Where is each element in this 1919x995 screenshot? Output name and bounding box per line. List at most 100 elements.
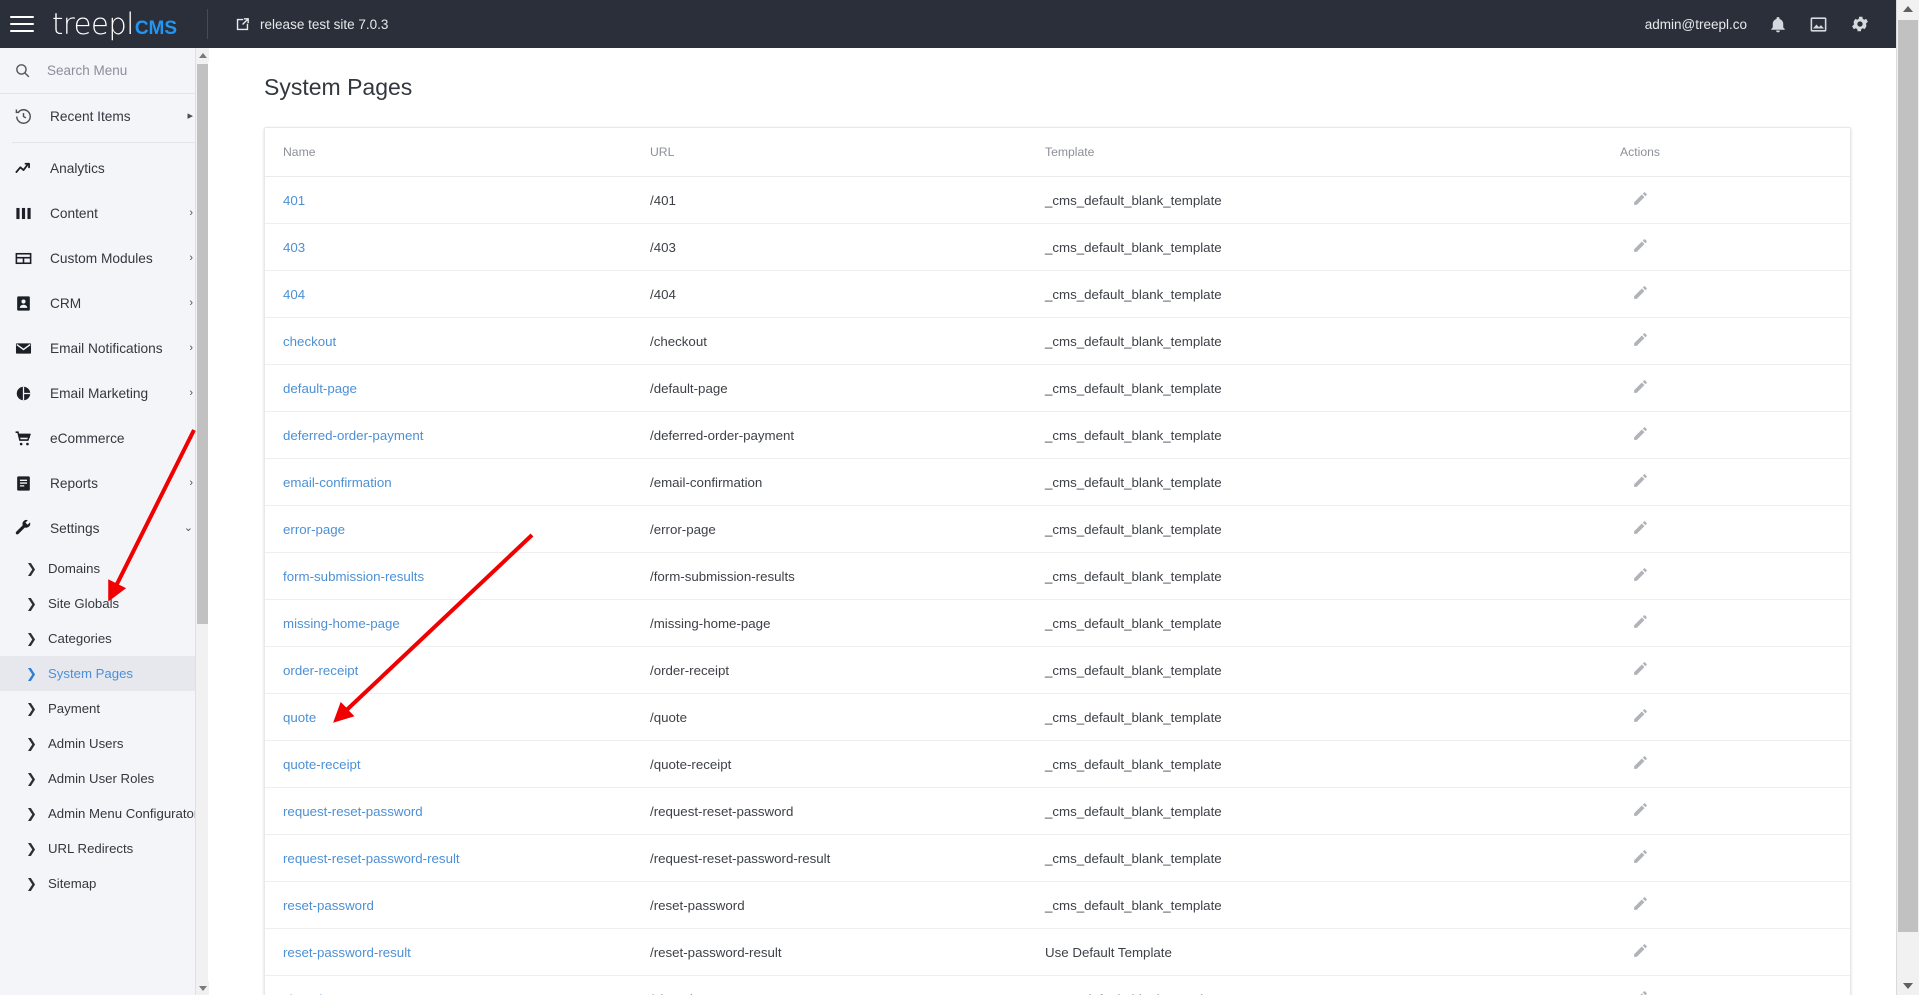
page-name-link[interactable]: 401 bbox=[283, 193, 305, 208]
settings-gear-icon[interactable] bbox=[1850, 14, 1870, 34]
page-name-link[interactable]: request-reset-password bbox=[283, 804, 423, 819]
page-name-link[interactable]: request-reset-password-result bbox=[283, 851, 460, 866]
user-email-label[interactable]: admin@treepl.co bbox=[1645, 17, 1747, 32]
sidebar-scroll-thumb[interactable] bbox=[197, 64, 208, 624]
column-header-name[interactable]: Name bbox=[265, 128, 650, 177]
image-library-icon[interactable] bbox=[1809, 15, 1828, 34]
page-name-link[interactable]: 403 bbox=[283, 240, 305, 255]
cell-name: shopping_cart bbox=[265, 976, 650, 995]
cell-template: _cms_default_blank_template bbox=[1045, 176, 1430, 224]
page-scroll-down-icon[interactable] bbox=[1897, 977, 1919, 995]
edit-pencil-icon[interactable] bbox=[1632, 613, 1649, 630]
cell-actions bbox=[1430, 976, 1850, 995]
cell-template: _cms_default_blank_template bbox=[1045, 552, 1430, 600]
chevron-right-icon: ❯ bbox=[26, 840, 37, 856]
sidebar-scroll-up-icon[interactable] bbox=[196, 48, 209, 62]
page-scrollbar[interactable] bbox=[1896, 0, 1919, 995]
sidebar-subitem-domains[interactable]: ❯ Domains bbox=[0, 551, 207, 586]
sidebar-search-row[interactable] bbox=[0, 48, 207, 94]
edit-pencil-icon[interactable] bbox=[1632, 566, 1649, 583]
recent-items-clock-icon bbox=[14, 107, 42, 126]
table-row: missing-home-page/missing-home-page _cms_… bbox=[265, 599, 1850, 647]
sidebar-subitem-url-redirects[interactable]: ❯ URL Redirects bbox=[0, 831, 207, 866]
edit-pencil-icon[interactable] bbox=[1632, 472, 1649, 489]
chevron-right-icon: ❯ bbox=[26, 770, 37, 786]
sidebar-item-analytics[interactable]: Analytics bbox=[0, 146, 207, 191]
treepl-cms-logo[interactable]: treepl CMS bbox=[52, 7, 177, 41]
cell-template: _cms_default_blank_template bbox=[1045, 693, 1430, 741]
sidebar-item-email-marketing[interactable]: Email Marketing › bbox=[0, 371, 207, 416]
edit-pencil-icon[interactable] bbox=[1632, 660, 1649, 677]
edit-pencil-icon[interactable] bbox=[1632, 801, 1649, 818]
sidebar-subitem-admin-user-roles[interactable]: ❯ Admin User Roles bbox=[0, 761, 207, 796]
cell-template: _cms_default_blank_template bbox=[1045, 458, 1430, 506]
search-input[interactable] bbox=[45, 62, 175, 79]
cell-actions bbox=[1430, 740, 1850, 788]
edit-pencil-icon[interactable] bbox=[1632, 331, 1649, 348]
sidebar-scrollbar[interactable] bbox=[195, 48, 209, 995]
page-name-link[interactable]: default-page bbox=[283, 381, 357, 396]
sidebar-subitem-label: Admin Users bbox=[48, 736, 124, 751]
sidebar-item-reports[interactable]: Reports › bbox=[0, 461, 207, 506]
cell-actions bbox=[1430, 552, 1850, 600]
page-scroll-thumb[interactable] bbox=[1898, 20, 1918, 932]
edit-pencil-icon[interactable] bbox=[1632, 895, 1649, 912]
page-name-link[interactable]: email-confirmation bbox=[283, 475, 392, 490]
edit-pencil-icon[interactable] bbox=[1632, 754, 1649, 771]
edit-pencil-icon[interactable] bbox=[1632, 425, 1649, 442]
page-name-link[interactable]: error-page bbox=[283, 522, 345, 537]
shopping-cart-icon bbox=[14, 429, 42, 448]
site-preview-link[interactable]: release test site 7.0.3 bbox=[234, 16, 388, 33]
page-scroll-up-icon[interactable] bbox=[1897, 0, 1919, 18]
table-row: quote/quote _cms_default_blank_template bbox=[265, 693, 1850, 741]
page-name-link[interactable]: reset-password-result bbox=[283, 945, 411, 960]
page-name-link[interactable]: quote-receipt bbox=[283, 757, 361, 772]
sidebar-subitem-categories[interactable]: ❯ Categories bbox=[0, 621, 207, 656]
edit-pencil-icon[interactable] bbox=[1632, 190, 1649, 207]
edit-pencil-icon[interactable] bbox=[1632, 519, 1649, 536]
notification-bell-icon[interactable] bbox=[1769, 15, 1787, 34]
edit-pencil-icon[interactable] bbox=[1632, 848, 1649, 865]
page-name-link[interactable]: shopping_cart bbox=[283, 992, 367, 995]
edit-pencil-icon[interactable] bbox=[1632, 707, 1649, 724]
cell-name: reset-password-result bbox=[265, 928, 650, 976]
brand-name: treepl bbox=[52, 7, 134, 41]
sidebar-item-recent-items[interactable]: Recent Items ▸ bbox=[0, 94, 207, 139]
page-name-link[interactable]: quote bbox=[283, 710, 316, 725]
sidebar-subitem-payment[interactable]: ❯ Payment bbox=[0, 691, 207, 726]
page-name-link[interactable]: 404 bbox=[283, 287, 305, 302]
sidebar-item-crm[interactable]: CRM › bbox=[0, 281, 207, 326]
sidebar-item-email-notifications[interactable]: Email Notifications › bbox=[0, 326, 207, 371]
hamburger-menu-icon[interactable] bbox=[10, 11, 36, 37]
sidebar-subitem-sitemap[interactable]: ❯ Sitemap bbox=[0, 866, 207, 901]
table-row: error-page/error-page _cms_default_blank_… bbox=[265, 505, 1850, 553]
sidebar-item-custom-modules[interactable]: Custom Modules › bbox=[0, 236, 207, 281]
column-header-url[interactable]: URL bbox=[650, 128, 1045, 177]
edit-pencil-icon[interactable] bbox=[1632, 989, 1649, 995]
page-name-link[interactable]: reset-password bbox=[283, 898, 374, 913]
table-body: 401/401 _cms_default_blank_template 403/40… bbox=[265, 176, 1850, 995]
edit-pencil-icon[interactable] bbox=[1632, 378, 1649, 395]
sidebar-item-label: Content bbox=[50, 206, 98, 221]
reports-document-icon bbox=[14, 474, 42, 493]
page-name-link[interactable]: order-receipt bbox=[283, 663, 358, 678]
edit-pencil-icon[interactable] bbox=[1632, 237, 1649, 254]
page-name-link[interactable]: missing-home-page bbox=[283, 616, 400, 631]
sidebar-subitem-system-pages[interactable]: ❯ System Pages bbox=[0, 656, 207, 691]
edit-pencil-icon[interactable] bbox=[1632, 284, 1649, 301]
sidebar-item-ecommerce[interactable]: eCommerce › bbox=[0, 416, 207, 461]
page-name-link[interactable]: form-submission-results bbox=[283, 569, 424, 584]
sidebar-scroll-down-icon[interactable] bbox=[196, 981, 209, 995]
sidebar-item-content[interactable]: Content › bbox=[0, 191, 207, 236]
edit-pencil-icon[interactable] bbox=[1632, 942, 1649, 959]
page-name-link[interactable]: checkout bbox=[283, 334, 336, 349]
sidebar-subitem-admin-users[interactable]: ❯ Admin Users bbox=[0, 726, 207, 761]
column-header-template[interactable]: Template bbox=[1045, 128, 1430, 177]
table-row: quote-receipt/quote-receipt _cms_default_… bbox=[265, 740, 1850, 788]
envelope-icon bbox=[14, 339, 42, 358]
sidebar-subitem-admin-menu-configurator[interactable]: ❯ Admin Menu Configurator bbox=[0, 796, 207, 831]
top-navigation-bar: treepl CMS release test site 7.0.3 admin@… bbox=[0, 0, 1896, 48]
page-name-link[interactable]: deferred-order-payment bbox=[283, 428, 423, 443]
sidebar-item-settings[interactable]: Settings ⌄ bbox=[0, 506, 207, 551]
sidebar-subitem-site-globals[interactable]: ❯ Site Globals bbox=[0, 586, 207, 621]
